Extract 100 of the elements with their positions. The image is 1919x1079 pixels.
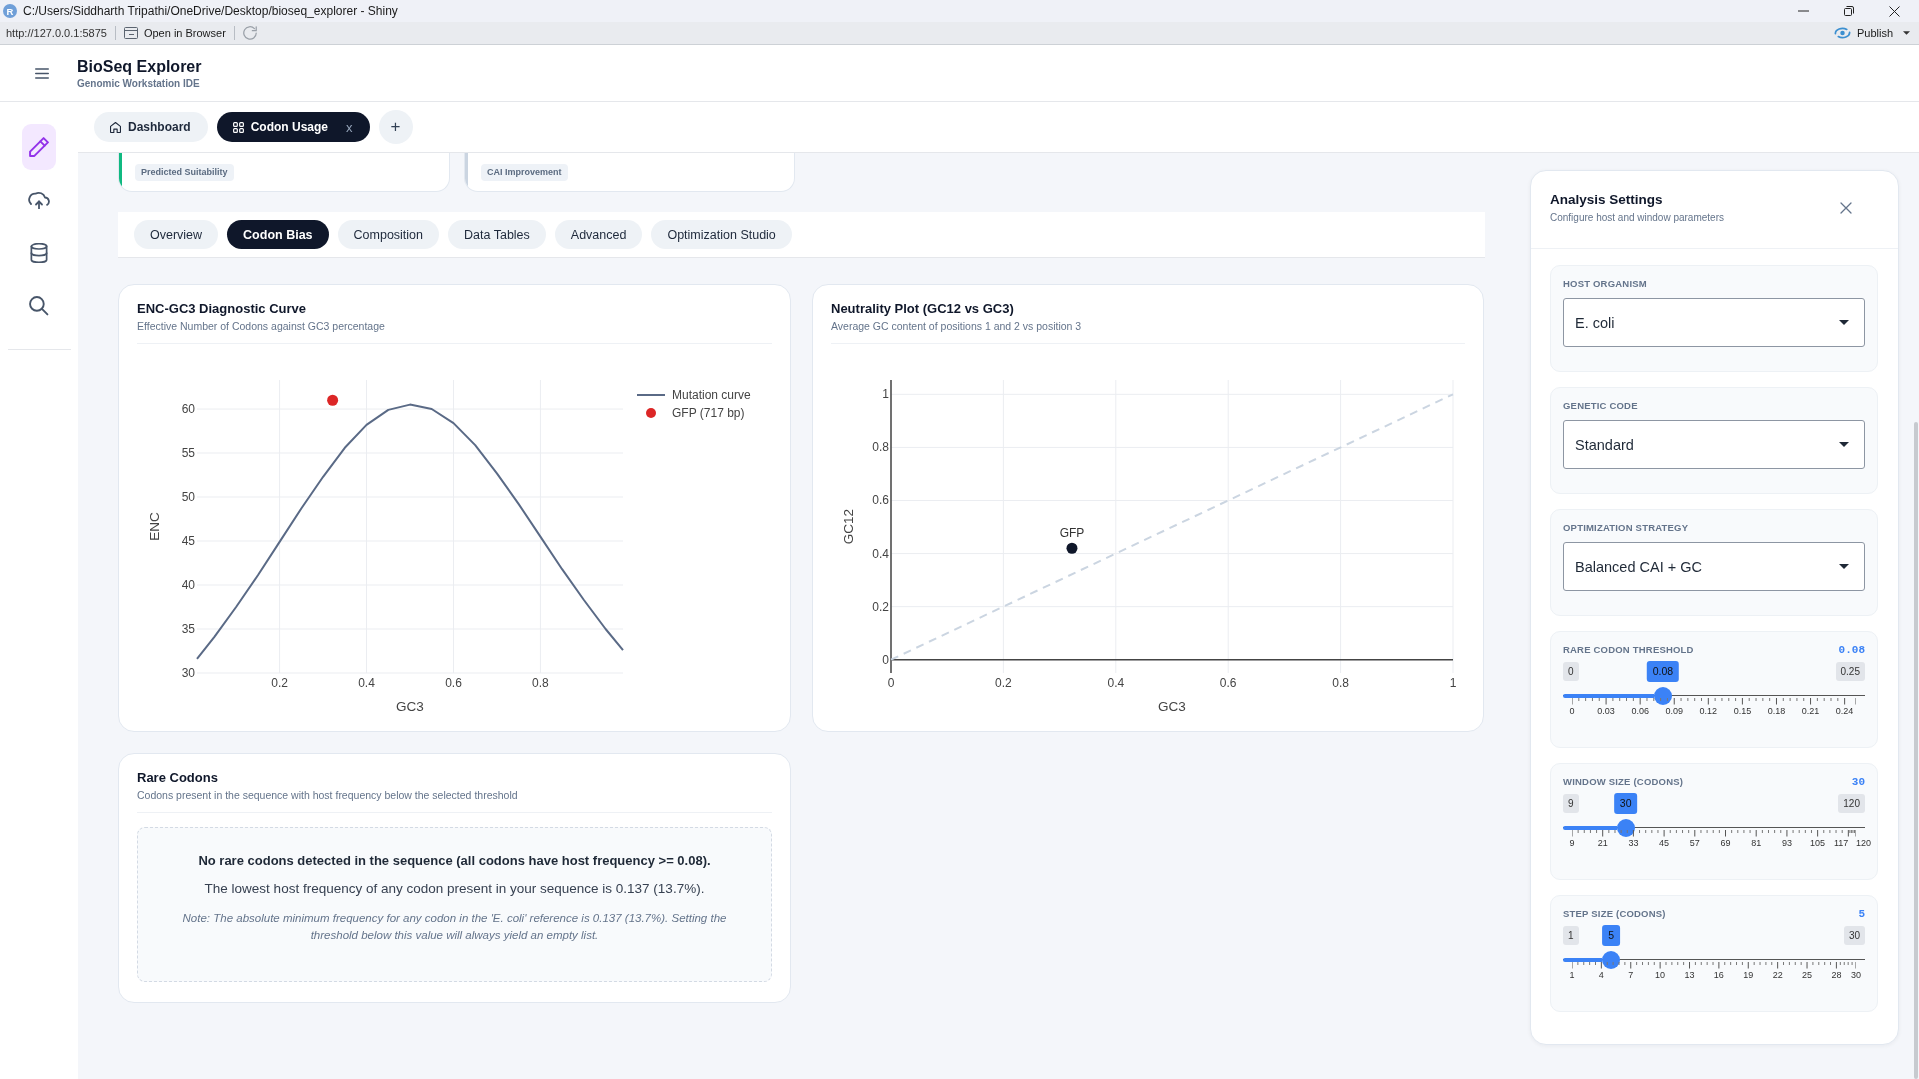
- analysis-tab[interactable]: Codon Bias: [227, 220, 329, 249]
- workspace-tab[interactable]: Dashboard: [94, 112, 208, 142]
- tick-label: 0.6: [872, 493, 889, 508]
- workspace-tab[interactable]: Codon Usage x: [216, 112, 370, 142]
- dropdown[interactable]: Standard: [1563, 420, 1865, 469]
- max-value-tag: 0.25: [1835, 662, 1865, 681]
- axis-title: ENC: [147, 512, 162, 541]
- slider-label: WINDOW SIZE (CODONS): [1563, 776, 1684, 788]
- tick-label: 0.6: [445, 676, 462, 690]
- tick-label: 0.03: [1597, 706, 1615, 717]
- legend-label: Mutation curve: [672, 388, 751, 402]
- search-icon: [29, 296, 49, 316]
- tick-label: 0: [1569, 706, 1575, 717]
- tick-label: 120: [1856, 838, 1872, 849]
- tick-label: 60: [181, 402, 195, 417]
- tick-label: 16: [1713, 970, 1724, 981]
- tick-label: 30: [1851, 970, 1861, 981]
- tick-label: 57: [1689, 838, 1700, 849]
- field-label: OPTIMIZATION STRATEGY: [1563, 522, 1690, 534]
- data-point: [1066, 542, 1078, 554]
- tick-label: 45: [1659, 838, 1670, 849]
- analysis-tab[interactable]: Overview: [134, 220, 219, 249]
- tick-label: 0.09: [1665, 706, 1683, 717]
- analysis-tab[interactable]: Advanced: [554, 220, 643, 249]
- add-tab-button[interactable]: +: [378, 110, 413, 144]
- app-subtitle: Genomic Workstation IDE: [77, 76, 201, 90]
- tick-label: 40: [181, 578, 195, 592]
- tick-label: 117: [1833, 838, 1849, 849]
- tick-label: 0.8: [872, 440, 889, 455]
- app-logo: R: [3, 4, 17, 18]
- chart-subtitle: Average GC content of positions 1 and 2 vs position 3: [831, 320, 1083, 333]
- tick-label: 45: [181, 534, 195, 548]
- cloud-upload-icon: [28, 191, 50, 209]
- data-point: [327, 394, 339, 406]
- menu-icon[interactable]: [35, 67, 49, 79]
- slider-handle[interactable]: [1602, 951, 1621, 969]
- tick-label: 0.24: [1835, 706, 1854, 717]
- url-text: http://127.0.0.1:5875: [6, 27, 107, 39]
- tick-label: 21: [1597, 838, 1608, 849]
- home-icon: [110, 121, 121, 133]
- restore-icon[interactable]: [1844, 6, 1854, 16]
- tick-label: 9: [1569, 838, 1575, 849]
- slider-reading: 30: [1851, 776, 1865, 788]
- field-label: HOST ORGANISM: [1563, 278, 1648, 290]
- summary-label: Predicted Suitability: [135, 164, 234, 181]
- slider-label: STEP SIZE (CODONS): [1563, 908, 1666, 920]
- axis-title: GC12: [841, 508, 856, 545]
- axis-title: GC3: [396, 699, 424, 714]
- tick-label: 0.6: [1219, 676, 1237, 690]
- value-tag: 5: [1602, 925, 1621, 946]
- chart-subtitle: Effective Number of Codons against GC3 percentage: [137, 320, 386, 333]
- point-label: GFP: [1059, 526, 1085, 541]
- close-icon[interactable]: [1889, 5, 1900, 17]
- caret-icon: [1839, 320, 1849, 325]
- tick-label: 105: [1810, 838, 1826, 849]
- slider-handle[interactable]: [1616, 819, 1635, 837]
- analysis-tab[interactable]: Data Tables: [448, 220, 546, 249]
- tick-label: 0.12: [1699, 706, 1718, 717]
- panel-title: Analysis Settings: [1550, 191, 1664, 208]
- analysis-tab[interactable]: Optimization Studio: [651, 220, 792, 249]
- tick-label: 0.15: [1733, 706, 1752, 717]
- slider-handle[interactable]: [1653, 687, 1672, 705]
- tick-label: 93: [1781, 838, 1792, 849]
- tick-label: 0.18: [1767, 706, 1786, 717]
- tick-label: 0.4: [1107, 676, 1125, 690]
- card-subtitle: Codons present in the sequence with host frequency below the selected threshold: [137, 789, 519, 802]
- axis-title: GC3: [1158, 699, 1186, 714]
- legend-label: GFP (717 bp): [672, 406, 745, 420]
- panel-subtitle: Configure host and window parameters: [1550, 211, 1724, 224]
- empty-message: No rare codons detected in the sequence (all codons have host frequency >= 0.08).: [197, 853, 712, 869]
- min-value-tag: 9: [1563, 794, 1579, 813]
- dropdown[interactable]: Balanced CAI + GC: [1563, 542, 1865, 591]
- tick-label: 25: [1802, 970, 1813, 981]
- tick-label: 0.06: [1631, 706, 1649, 717]
- dropdown[interactable]: E. coli: [1563, 298, 1865, 347]
- chart-title: ENC-GC3 Diagnostic Curve: [137, 301, 308, 317]
- tick-label: 7: [1628, 970, 1634, 981]
- tick-label: 0.2: [872, 599, 889, 614]
- caret-icon: [1839, 442, 1849, 447]
- min-value-tag: 0: [1563, 662, 1579, 681]
- tick-label: 0.8: [1332, 676, 1349, 690]
- field-label: GENETIC CODE: [1563, 400, 1639, 412]
- open-in-browser-button[interactable]: Open in Browser: [123, 23, 226, 43]
- max-value-tag: 30: [1843, 926, 1865, 945]
- scrollbar-thumb[interactable]: [1914, 422, 1918, 1079]
- pencil-icon: [29, 137, 49, 157]
- tick-label: 0.4: [872, 546, 889, 561]
- sidebar-button[interactable]: [22, 124, 56, 170]
- tick-label: 69: [1720, 838, 1731, 849]
- app-title: BioSeq Explorer: [77, 56, 202, 76]
- tick-label: 50: [181, 490, 195, 504]
- tab-close[interactable]: x: [346, 119, 353, 135]
- eye-icon: [1833, 27, 1851, 39]
- card-title: Rare Codons: [137, 770, 219, 786]
- publish-button[interactable]: Publish: [1833, 23, 1910, 43]
- empty-detail: The lowest host frequency of any codon present in your sequence is 0.137 (13.7%).: [203, 880, 706, 897]
- tick-label: 81: [1751, 838, 1762, 849]
- caret-icon: [1903, 31, 1910, 35]
- tick-label: 10: [1655, 970, 1666, 981]
- analysis-tab[interactable]: Composition: [337, 220, 440, 249]
